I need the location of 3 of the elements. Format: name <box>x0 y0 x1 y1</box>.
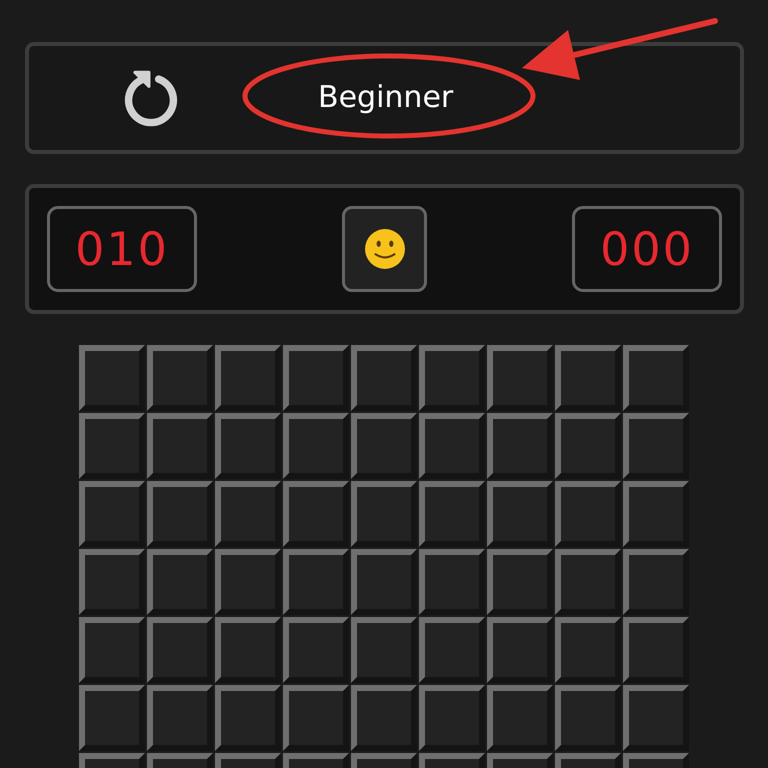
mine-counter: 010 <box>47 206 197 292</box>
timer-counter: 000 <box>572 206 722 292</box>
difficulty-selector[interactable]: Beginner <box>318 83 454 113</box>
